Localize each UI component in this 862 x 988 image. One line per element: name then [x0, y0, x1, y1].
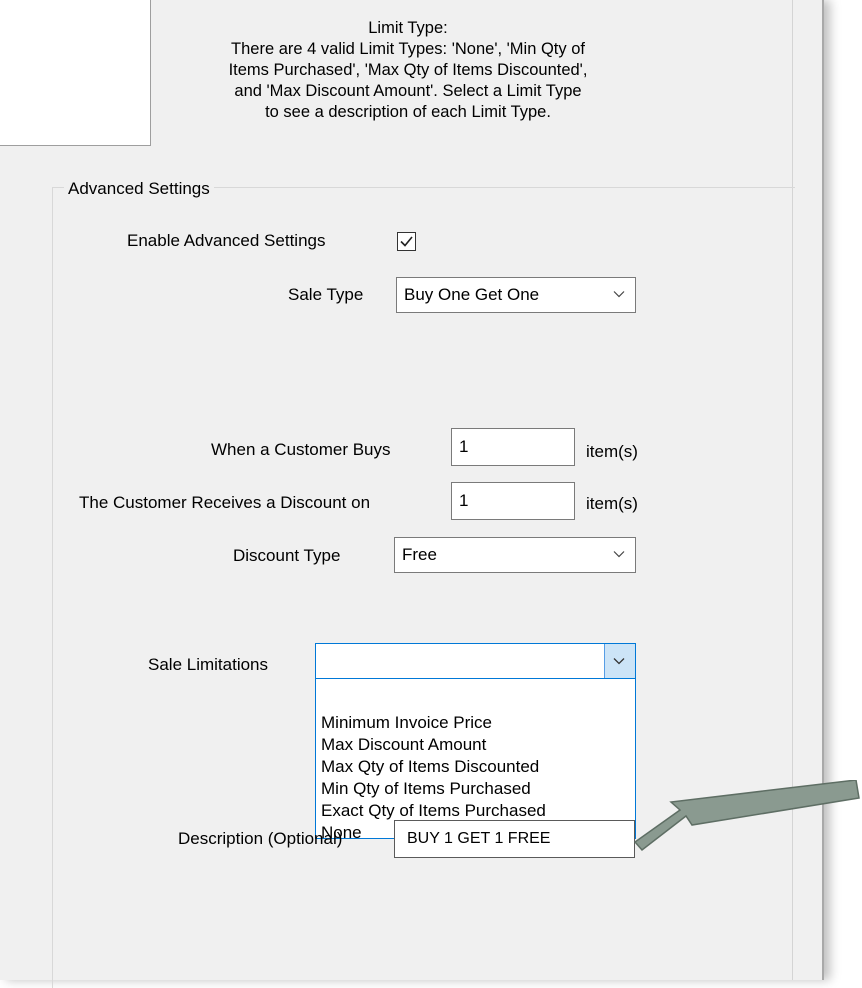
sale-limitations-dropdown-button[interactable]	[604, 644, 635, 678]
chevron-down-icon	[613, 658, 625, 665]
preview-box	[0, 0, 151, 146]
option-minimum-invoice-price[interactable]: Minimum Invoice Price	[321, 712, 492, 734]
description-label: Description (Optional)	[178, 829, 343, 848]
option-max-discount-amount[interactable]: Max Discount Amount	[321, 734, 486, 756]
discount-type-value: Free	[402, 545, 437, 564]
option-min-qty-items-purchased[interactable]: Min Qty of Items Purchased	[321, 778, 531, 800]
limit-type-help: Limit Type: There are 4 valid Limit Type…	[158, 18, 658, 123]
receives-quantity-input[interactable]: 1	[451, 482, 575, 520]
pointer-arrow-icon	[633, 780, 860, 852]
discount-type-dropdown[interactable]: Free	[394, 537, 636, 573]
option-max-qty-items-discounted[interactable]: Max Qty of Items Discounted	[321, 756, 539, 778]
sale-limitations-label: Sale Limitations	[148, 655, 269, 674]
sale-type-dropdown[interactable]: Buy One Get One	[396, 277, 636, 313]
receives-quantity-value: 1	[459, 491, 469, 510]
buys-label: When a Customer Buys	[211, 440, 391, 459]
buys-quantity-input[interactable]: 1	[451, 428, 575, 466]
option-exact-qty-items-purchased[interactable]: Exact Qty of Items Purchased	[321, 800, 546, 822]
chevron-down-icon	[613, 291, 625, 298]
enable-advanced-checkbox[interactable]	[397, 232, 416, 251]
sale-limitations-dropdown[interactable]	[315, 643, 636, 679]
sale-limitations-options-list: Minimum Invoice Price Max Discount Amoun…	[315, 679, 636, 842]
description-input[interactable]: BUY 1 GET 1 FREE	[394, 820, 635, 858]
limit-help-title: Limit Type:	[368, 19, 448, 37]
limit-help-line: Items Purchased', 'Max Qty of Items Disc…	[228, 61, 588, 79]
buys-quantity-value: 1	[459, 437, 469, 456]
limit-help-line: There are 4 valid Limit Types: 'None', '…	[231, 40, 585, 58]
discount-type-label: Discount Type	[233, 546, 341, 565]
receives-unit-label: item(s)	[586, 494, 638, 513]
chevron-down-icon	[613, 551, 625, 558]
advanced-settings-title: Advanced Settings	[64, 179, 214, 199]
check-icon	[400, 236, 413, 247]
receives-label: The Customer Receives a Discount on	[79, 493, 371, 512]
description-value: BUY 1 GET 1 FREE	[407, 830, 551, 847]
enable-advanced-label: Enable Advanced Settings	[127, 231, 326, 250]
sale-type-label: Sale Type	[288, 285, 364, 304]
limit-help-line: to see a description of each Limit Type.	[265, 103, 551, 121]
limit-help-line: and 'Max Discount Amount'. Select a Limi…	[234, 82, 582, 100]
buys-unit-label: item(s)	[586, 442, 638, 461]
sale-type-value: Buy One Get One	[404, 285, 540, 304]
